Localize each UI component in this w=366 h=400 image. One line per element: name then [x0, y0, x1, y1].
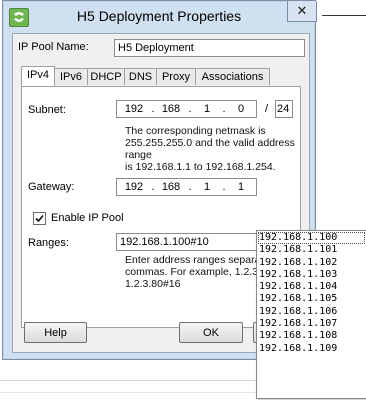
subnet-octet-4: 0 [237, 103, 245, 115]
enable-ip-pool-label[interactable]: Enable IP Pool [51, 212, 124, 224]
ranges-label: Ranges: [28, 237, 69, 249]
ok-button[interactable]: OK [179, 322, 243, 343]
gateway-label: Gateway: [28, 181, 75, 193]
subnet-note-line: The corresponding netmask is [125, 125, 266, 137]
gateway-octet-4: 1 [237, 181, 245, 193]
dropdown-item[interactable]: 192.168.1.109 [257, 343, 366, 355]
dropdown-item[interactable]: 192.168.1.104 [257, 281, 366, 293]
close-button[interactable]: ✕ [287, 1, 317, 22]
gateway-octet-3: 1 [203, 181, 211, 193]
close-icon: ✕ [296, 3, 308, 18]
enable-ip-pool-checkbox[interactable] [33, 212, 46, 225]
prefix-length-input[interactable]: 24 [275, 100, 293, 118]
prefix-separator: / [265, 103, 269, 115]
tab-ipv6[interactable]: IPv6 [54, 68, 88, 85]
dropdown-item[interactable]: 192.168.1.105 [257, 293, 366, 305]
ip-pool-name-input[interactable]: H5 Deployment [114, 39, 305, 57]
dropdown-item[interactable]: 192.168.1.103 [257, 269, 366, 281]
tab-dns[interactable]: DNS [124, 68, 157, 85]
subnet-octet-3: 1 [203, 103, 211, 115]
dropdown-item[interactable]: 192.168.1.102 [257, 257, 366, 269]
gateway-octet-1: 192 [124, 181, 144, 193]
dropdown-item[interactable]: 192.168.1.106 [257, 306, 366, 318]
subnet-note-line: is 192.168.1.1 to 192.168.1.254. [125, 161, 276, 173]
tab-dhcp[interactable]: DHCP [87, 68, 125, 85]
dropdown-item[interactable]: 192.168.1.107 [257, 318, 366, 330]
dropdown-item[interactable]: 192.168.1.108 [257, 330, 366, 342]
subnet-octet-1: 192 [124, 103, 144, 115]
help-button[interactable]: Help [24, 322, 87, 343]
gateway-ip-input[interactable]: 192 . 168 . 1 . 1 [116, 178, 257, 196]
dropdown-item[interactable]: 192.168.1.101 [257, 244, 366, 256]
dropdown-item[interactable]: 192.168.1.100 [258, 232, 365, 245]
subnet-ip-input[interactable]: 192 . 168 . 1 . 0 [116, 100, 257, 118]
background-window-edge [322, 15, 366, 16]
tab-proxy[interactable]: Proxy [156, 68, 196, 85]
window-title: H5 Deployment Properties [76, 8, 242, 24]
ranges-input[interactable]: 192.168.1.100#10 [116, 233, 259, 251]
checkmark-icon [35, 214, 44, 223]
ip-address-dropdown-list[interactable]: 192.168.1.100 192.168.1.101 192.168.1.10… [256, 230, 366, 399]
subnet-octet-2: 168 [161, 103, 181, 115]
gateway-octet-2: 168 [161, 181, 181, 193]
title-bar[interactable]: H5 Deployment Properties ✕ [3, 1, 317, 33]
subnet-note: The corresponding netmask is 255.255.255… [125, 125, 300, 173]
tab-ipv4[interactable]: IPv4 [21, 66, 55, 86]
subnet-label: Subnet: [28, 104, 66, 116]
tab-associations[interactable]: Associations [195, 68, 270, 85]
ip-pool-name-label: IP Pool Name: [18, 41, 89, 53]
subnet-note-line: 255.255.255.0 and the valid address rang… [125, 137, 295, 161]
